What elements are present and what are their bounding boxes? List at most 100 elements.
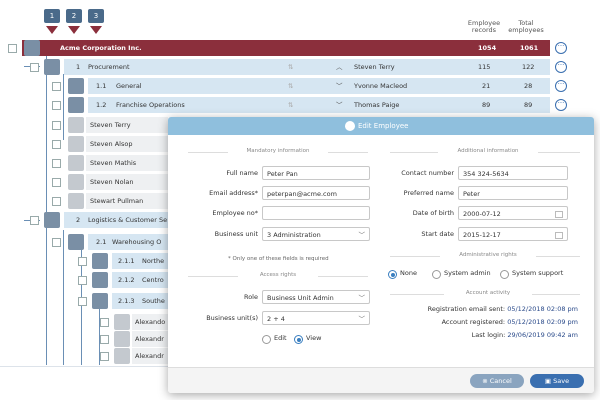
root-row[interactable]: Acme Corporation Inc. 1054 1061 [22,40,550,56]
total-value: 89 [524,101,533,109]
row-name: Warehousing O [112,238,162,246]
row-checkbox[interactable] [52,140,61,149]
org-node-icon [68,78,84,94]
start-date-input[interactable]: 2015-12-17 [458,227,568,241]
tree-row-franchise[interactable]: 1.2 Franchise Operations ⇅ ﹀ [88,97,550,113]
email-label: Email address* [209,189,258,197]
save-button[interactable]: ▣ Save [530,374,584,388]
preferred-name-label: Preferred name [403,189,454,197]
edit-user-icon [345,121,355,131]
admin-system-radio[interactable] [432,270,441,279]
row-checkbox[interactable] [52,101,61,110]
org-node-icon [68,234,84,250]
employee-row[interactable]: Alexandr [132,348,168,364]
row-checkbox[interactable] [30,63,39,72]
tree-row-logistics[interactable]: 2 Logistics & Customer Se [64,212,168,228]
tree-row-warehousing[interactable]: 2.1 Warehousing O [88,234,168,250]
row-checkbox[interactable] [52,178,61,187]
email-input[interactable]: peterpan@acme.com [262,186,370,200]
grid-bottom-line [0,366,168,367]
row-name: Southe [142,297,165,305]
view-radio-label: View [306,334,322,342]
edit-radio[interactable] [262,335,271,344]
row-checkbox[interactable] [78,257,87,266]
row-checkbox[interactable] [52,82,61,91]
admin-none-radio[interactable] [388,270,397,279]
view-radio[interactable] [294,335,303,344]
last-login-info: Last login: 29/06/2019 09:42 am [382,331,578,339]
preferred-name-input[interactable]: Peter [458,186,568,200]
employee-row[interactable]: Alexando [132,314,168,330]
account-activity-section-title: Account activity [444,290,532,296]
date-of-birth-input[interactable]: 2000-07-12 [458,206,568,220]
row-number: 1.2 [96,101,107,109]
row-number: 1.1 [96,82,107,90]
required-note: * Only one of these fields is required [228,256,329,262]
employee-row[interactable]: Steven Terry [86,117,168,133]
row-number: 2.1.2 [118,276,135,284]
level-2-button[interactable]: 2 [66,9,82,23]
role-select[interactable]: Business Unit Admin ﹀ [262,290,370,304]
date-of-birth-value: 2000-07-12 [463,210,501,218]
business-unit-select[interactable]: 3 Administration ﹀ [262,227,370,241]
person-icon [68,117,84,133]
sort-arrows-icon[interactable]: ⇅ [288,59,293,75]
row-checkbox[interactable] [100,352,109,361]
root-checkbox[interactable] [8,44,17,53]
org-node-icon [68,97,84,113]
tree-line [63,230,64,365]
row-checkbox[interactable] [78,297,87,306]
row-number: 1 [76,63,81,71]
tree-row-2-1-2[interactable]: 2.1.2 Centro [112,272,168,288]
row-checkbox[interactable] [78,276,87,285]
chevron-down-icon: ﹀ [358,294,366,302]
calendar-icon[interactable] [555,211,563,218]
root-more-icon[interactable]: ··· [555,42,567,54]
employee-row[interactable]: Steven Alsop [86,136,168,152]
contact-number-input[interactable]: 354 324-5634 [458,166,568,180]
row-checkbox[interactable] [52,238,61,247]
level-3-arrow-icon [90,26,102,34]
sort-arrows-icon[interactable]: ⇅ [288,97,293,113]
chevron-down-icon[interactable]: ﹀ [336,97,343,113]
cancel-icon: ⊗ [482,377,488,385]
cancel-button[interactable]: ⊗ Cancel [470,374,524,388]
row-name: General [116,82,142,90]
row-name: Procurement [88,63,130,71]
level-3-button[interactable]: 3 [88,9,104,23]
row-checkbox[interactable] [52,159,61,168]
employee-row[interactable]: Stewart Pullman [86,193,168,209]
employee-row[interactable]: Steven Mathis [86,155,168,171]
chevron-down-icon: ﹀ [358,231,366,239]
row-checkbox[interactable] [52,121,61,130]
save-label: Save [553,377,570,385]
tree-row-2-1-3[interactable]: 2.1.3 Southe [112,293,168,309]
chevron-down-icon[interactable]: ﹀ [336,78,343,94]
admin-support-label: System support [512,269,564,277]
row-checkbox[interactable] [100,318,109,327]
root-name: Acme Corporation Inc. [60,44,142,52]
business-units-select[interactable]: 2 + 4 ﹀ [262,311,370,325]
level-1-button[interactable]: 1 [44,9,60,23]
tree-row-2-1-1[interactable]: 2.1.1 Northe [112,253,168,269]
employee-no-input[interactable] [262,206,370,220]
row-checkbox[interactable] [52,197,61,206]
tree-row-general[interactable]: 1.1 General ⇅ ﹀ [88,78,550,94]
full-name-input[interactable]: Peter Pan [262,166,370,180]
employee-row[interactable]: Alexandr [132,331,168,347]
org-node-icon [92,253,108,269]
row-more-icon[interactable]: ··· [555,99,567,111]
row-more-icon[interactable]: ··· [555,80,567,92]
sort-arrows-icon[interactable]: ⇅ [288,78,293,94]
row-checkbox[interactable] [30,216,39,225]
row-more-icon[interactable]: ··· [555,61,567,73]
employee-row[interactable]: Steven Nolan [86,174,168,190]
modal-header: Edit Employee [168,117,594,135]
chevron-up-icon[interactable]: ︿ [336,59,343,75]
row-name: Franchise Operations [116,101,185,109]
row-checkbox[interactable] [100,335,109,344]
org-node-icon [92,272,108,288]
total-employees-header: Total employees [508,19,544,34]
calendar-icon[interactable] [555,232,563,239]
admin-support-radio[interactable] [500,270,509,279]
